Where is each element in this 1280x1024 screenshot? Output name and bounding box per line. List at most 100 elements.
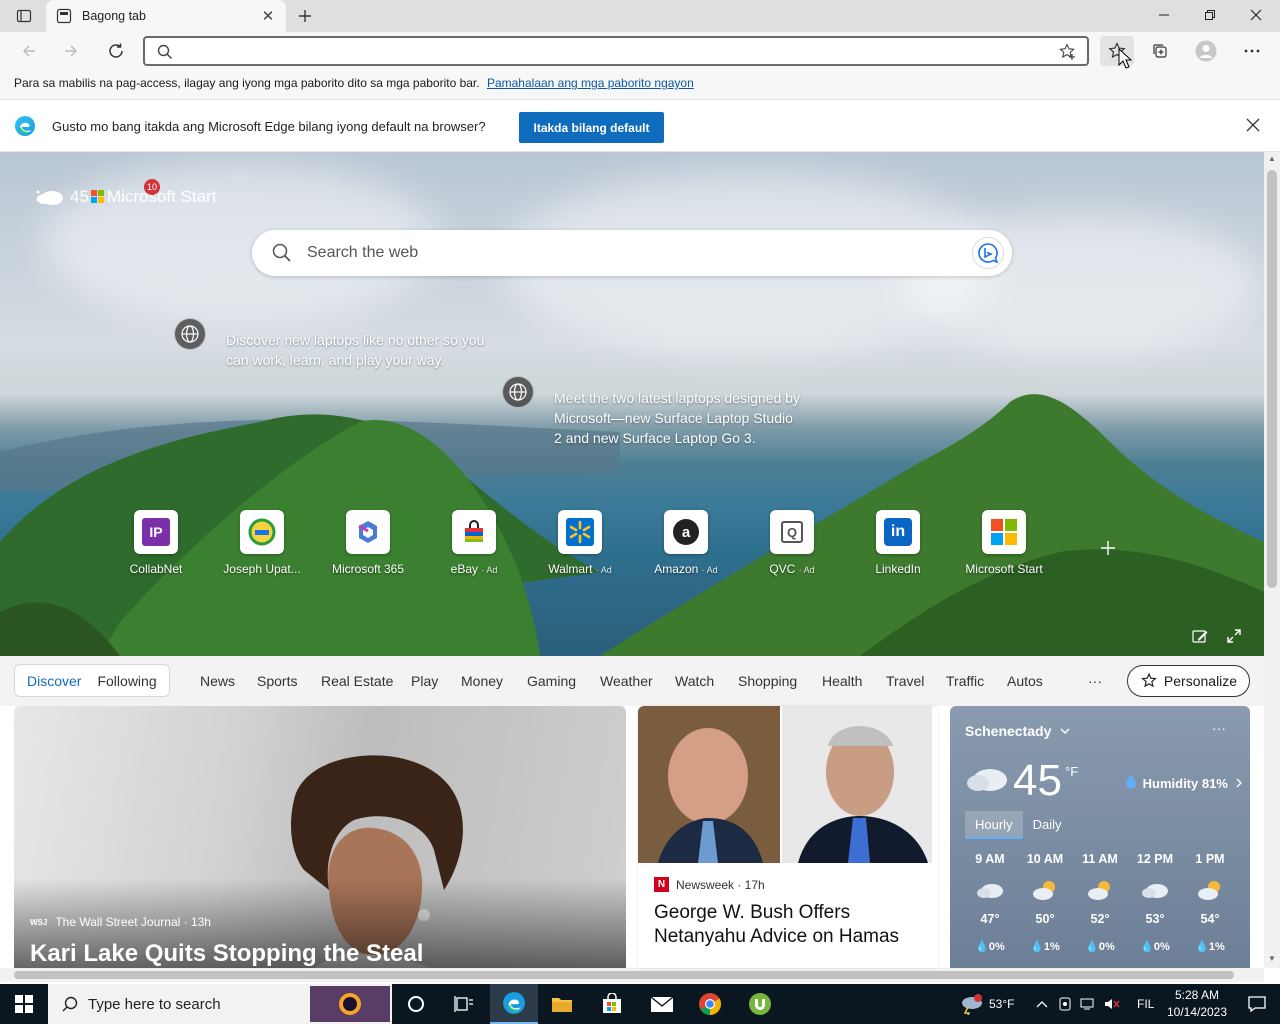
volume-muted-icon[interactable] [1104, 997, 1120, 1011]
taskbar-store[interactable] [588, 984, 636, 1024]
taskbar-search[interactable]: Type here to search [48, 984, 392, 1024]
back-button[interactable] [14, 37, 44, 65]
quick-link-ebay[interactable]: eBay · Ad [424, 510, 524, 576]
category-money[interactable]: Money [461, 673, 503, 689]
category-watch[interactable]: Watch [675, 673, 714, 689]
quick-link-microsoft365[interactable]: Microsoft 365 [318, 510, 418, 576]
promo-laptops-1[interactable]: Discover new laptops like no other so yo… [174, 318, 486, 370]
restore-button[interactable] [1187, 0, 1233, 30]
forward-button[interactable] [56, 37, 86, 65]
collections-button[interactable] [1143, 36, 1177, 66]
clock[interactable]: 5:28 AM 10/14/2023 [1162, 987, 1232, 1021]
hourly-item: 12 PM 53° 💧0% [1130, 852, 1180, 953]
refresh-button[interactable] [101, 37, 131, 65]
notifications-button[interactable] [1234, 984, 1280, 1024]
cloud-icon [1130, 876, 1180, 904]
taskbar-file-explorer[interactable] [538, 984, 586, 1024]
scroll-down-icon[interactable]: ▼ [1268, 954, 1276, 963]
add-favorite-icon[interactable] [1059, 43, 1077, 61]
scroll-up-icon[interactable]: ▲ [1268, 154, 1276, 163]
address-bar[interactable] [143, 36, 1089, 66]
settings-more-button[interactable] [1235, 36, 1269, 66]
quick-link-joseph[interactable]: Joseph Upat... [212, 510, 312, 576]
clock-date: 10/14/2023 [1166, 1005, 1228, 1019]
category-real-estate[interactable]: Real Estate [321, 673, 393, 689]
weather-unit[interactable]: °F [1065, 764, 1078, 779]
promo-laptops-2[interactable]: Meet the two latest laptops designed by … [502, 376, 804, 448]
tab-daily[interactable]: Daily [1023, 811, 1072, 839]
quick-link-collabnet[interactable]: IP CollabNet [106, 510, 206, 576]
category-sports[interactable]: Sports [257, 673, 297, 689]
tab-close-icon[interactable]: ✕ [260, 8, 276, 25]
taskbar-mail[interactable] [638, 984, 686, 1024]
cortana-button[interactable] [392, 984, 440, 1024]
tab-new-tab[interactable]: Bagong tab ✕ [46, 0, 286, 32]
weather-cloud-icon[interactable] [34, 186, 66, 208]
manage-favorites-link[interactable]: Pamahalaan ang mga paborito ngayon [487, 76, 694, 90]
task-view-button[interactable] [440, 984, 488, 1024]
expand-icon[interactable] [1226, 628, 1242, 644]
plus-icon [299, 10, 311, 22]
horizontal-scrollbar[interactable] [0, 968, 1264, 982]
add-quick-link-button[interactable] [1096, 536, 1120, 560]
scrollbar-thumb[interactable] [1267, 170, 1277, 588]
weather-card[interactable]: Schenectady ··· 45 °F Humidity 81% Hourl… [950, 706, 1250, 968]
quick-link-amazon[interactable]: a Amazon · Ad [636, 510, 736, 576]
quick-link-linkedin[interactable]: in LinkedIn [848, 510, 948, 576]
category-gaming[interactable]: Gaming [527, 673, 576, 689]
category-shopping[interactable]: Shopping [738, 673, 797, 689]
tab-following[interactable]: Following [89, 673, 164, 689]
more-categories-button[interactable]: ··· [1088, 673, 1102, 689]
tab-discover[interactable]: Discover [19, 673, 89, 689]
tab-actions-button[interactable] [10, 5, 38, 27]
category-play[interactable]: Play [411, 673, 438, 689]
partly-sunny-icon [1185, 876, 1235, 904]
category-news[interactable]: News [200, 673, 235, 689]
quick-link-microsoft-start[interactable]: Microsoft Start [954, 510, 1054, 576]
notification-badge[interactable]: 10 [144, 179, 160, 195]
address-input[interactable] [185, 41, 1045, 61]
personalize-button[interactable]: Personalize [1127, 665, 1250, 697]
weather-more-button[interactable]: ··· [1212, 720, 1226, 736]
hour-time: 1 PM [1195, 852, 1225, 866]
quick-link-walmart[interactable]: Walmart · Ad [530, 510, 630, 576]
weather-humidity[interactable]: Humidity 81% [1126, 775, 1244, 791]
weather-location[interactable]: Schenectady [965, 723, 1070, 739]
language-indicator[interactable]: FIL [1137, 984, 1154, 1024]
category-travel[interactable]: Travel [886, 673, 924, 689]
network-icon[interactable] [1080, 997, 1096, 1011]
quick-link-qvc[interactable]: Q QVC · Ad [742, 510, 842, 576]
category-weather[interactable]: Weather [600, 673, 653, 689]
hero-brand[interactable]: Microsoft Start [107, 187, 217, 207]
edit-background-icon[interactable] [1192, 628, 1208, 644]
collections-icon [1153, 44, 1167, 58]
scrollbar-thumb[interactable] [14, 971, 1234, 979]
news-card-wsj[interactable]: WSJ The Wall Street Journal · 13h Kari L… [14, 706, 626, 968]
minimize-button[interactable] [1141, 0, 1187, 30]
taskbar-edge[interactable] [490, 984, 538, 1024]
promo-text-2: Meet the two latest laptops designed by … [554, 390, 800, 446]
tray-device-icon[interactable] [1058, 997, 1072, 1011]
mouse-cursor-icon [1118, 48, 1132, 69]
taskbar-utorrent[interactable] [736, 984, 784, 1024]
vertical-scrollbar[interactable]: ▲ ▼ [1264, 152, 1280, 968]
category-autos[interactable]: Autos [1007, 673, 1043, 689]
category-traffic[interactable]: Traffic [946, 673, 984, 689]
taskbar-weather[interactable]: 53°F [958, 984, 1014, 1024]
close-infobar-icon[interactable] [1246, 118, 1260, 132]
taskbar-chrome[interactable] [686, 984, 734, 1024]
news-card-newsweek[interactable]: N Newsweek · 17h George W. Bush Offers N… [638, 706, 938, 968]
chevron-up-icon[interactable] [1036, 1000, 1048, 1008]
new-tab-button[interactable] [292, 4, 318, 28]
tab-hourly[interactable]: Hourly [965, 811, 1023, 839]
bing-chat-button[interactable] [972, 237, 1004, 269]
hero-weather-temp[interactable]: 45 [70, 187, 89, 207]
category-health[interactable]: Health [822, 673, 862, 689]
close-window-button[interactable] [1233, 0, 1279, 30]
newsweek-logo-icon: N [654, 877, 669, 892]
web-search-box[interactable]: Search the web [252, 230, 1012, 276]
set-default-button[interactable]: Itakda bilang default [519, 112, 664, 143]
partly-sunny-icon [1075, 876, 1125, 904]
profile-button[interactable] [1189, 36, 1223, 66]
start-button[interactable] [0, 984, 48, 1024]
